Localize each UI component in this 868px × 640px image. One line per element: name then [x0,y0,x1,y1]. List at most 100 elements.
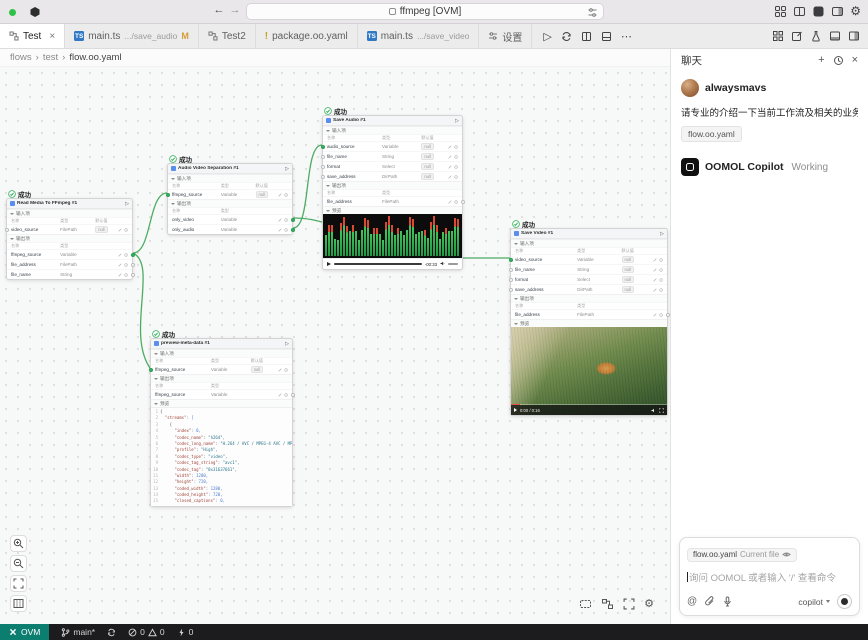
fullscreen-icon[interactable] [659,408,664,413]
section-header[interactable]: 输出项 [323,181,462,189]
back-button[interactable]: ← [212,4,226,16]
edit-icon[interactable] [118,263,122,267]
section-header[interactable]: 预览 [511,319,667,327]
port-value[interactable]: null [421,173,433,180]
close-panel-button[interactable]: × [852,54,858,66]
select-rect-icon[interactable] [579,598,592,610]
node-save-video[interactable]: 成功Save Video #1▷输入项名称类型默认值video_sourceVa… [510,228,668,416]
video-controls[interactable]: 0:00 / 0:16 [511,405,667,415]
split-editor-icon[interactable] [581,31,592,42]
edit-icon[interactable] [278,228,282,232]
link-icon[interactable] [124,228,128,232]
volume-icon[interactable] [440,261,445,267]
port-value[interactable]: null [421,153,433,160]
section-header[interactable]: 输入项 [7,209,132,217]
node-run-icon[interactable]: ▷ [285,341,289,347]
edit-icon[interactable] [653,288,657,292]
section-header[interactable]: 输入项 [168,174,292,182]
port-handle[interactable] [321,155,325,159]
audio-progress-bar[interactable] [334,263,422,265]
volume-icon[interactable] [651,408,656,413]
node-run-icon[interactable]: ▷ [125,201,129,207]
zoom-in-button[interactable] [10,535,27,552]
tab-settings[interactable]: 设置 [479,24,532,48]
tab-close-icon[interactable]: × [49,31,55,42]
link-icon[interactable] [454,155,458,159]
flow-canvas[interactable]: 成功Read Media To FFmpeg #1▷输入项名称类型默认值vide… [0,67,670,624]
port-handle[interactable] [291,228,295,232]
node-title-bar[interactable]: Read Media To FFmpeg #1▷ [7,199,132,209]
port-handle[interactable] [291,218,295,222]
breadcrumb-item[interactable]: test [43,52,58,63]
port-handle[interactable] [461,200,465,204]
sync-button[interactable] [107,628,116,637]
port-handle[interactable] [149,368,153,372]
link-icon[interactable] [124,253,128,257]
section-header[interactable]: 输出项 [7,234,132,242]
chat-input[interactable]: 询问 OOMOL 或者输入 '/' 查看命令 [687,570,852,584]
edit-icon[interactable] [653,278,657,282]
link-icon[interactable] [124,273,128,277]
port-value[interactable]: null [622,266,634,273]
link-icon[interactable] [659,258,663,262]
split-columns-icon[interactable] [793,5,806,18]
link-icon[interactable] [284,368,288,372]
fit-view-button[interactable] [10,575,27,592]
context-file-chip[interactable]: flow.oo.yaml Current file [687,548,797,562]
port-handle[interactable] [5,228,9,232]
port-value[interactable]: null [421,143,433,150]
edit-icon[interactable] [118,228,122,232]
link-icon[interactable] [124,263,128,267]
edit-icon[interactable] [448,200,452,204]
fullscreen-icon[interactable] [623,598,635,610]
node-run-icon[interactable]: ▷ [660,231,664,237]
edit-icon[interactable] [118,253,122,257]
edit-icon[interactable] [448,175,452,179]
section-header[interactable]: 预览 [323,206,462,214]
audio-player-controls[interactable]: -00:33 [323,258,462,269]
beaker-icon[interactable] [810,30,822,42]
port-value[interactable]: null [256,191,268,198]
section-header[interactable]: 输出项 [151,374,292,382]
more-actions-icon[interactable]: ⋯ [621,30,632,43]
port-handle[interactable] [166,193,170,197]
problems-indicator[interactable]: 0 0 [128,627,164,637]
send-button[interactable] [837,594,852,609]
panel-right-icon[interactable] [831,5,844,18]
history-icon[interactable] [833,55,844,66]
port-value[interactable]: null [622,276,634,283]
run-flow-button[interactable]: ▷ [543,30,551,43]
forward-button[interactable]: → [228,4,242,16]
port-value[interactable]: null [95,226,107,233]
port-handle[interactable] [131,253,135,257]
panel-bottom-icon[interactable] [829,30,841,42]
port-handle[interactable] [509,258,513,262]
edit-icon[interactable] [278,218,282,222]
edit-icon[interactable] [448,165,452,169]
link-icon[interactable] [454,165,458,169]
link-icon[interactable] [659,288,663,292]
node-run-icon[interactable]: ▷ [285,166,289,172]
edit-square-icon[interactable] [791,30,803,42]
section-header[interactable]: 输入项 [323,126,462,134]
breadcrumb-current[interactable]: flow.oo.yaml [69,52,121,63]
attach-icon[interactable] [704,596,715,607]
port-handle[interactable] [509,288,513,292]
link-icon[interactable] [454,145,458,149]
port-handle[interactable] [131,273,135,277]
grid-view-icon[interactable] [772,30,784,42]
edit-icon[interactable] [448,155,452,159]
tab-main-ts-save-audio[interactable]: TS main.ts .../save_audio M [65,24,199,48]
settings-gear-icon[interactable]: ⚙ [850,5,861,18]
attached-file-chip[interactable]: flow.oo.yaml [681,126,742,142]
mention-button[interactable]: @ [687,596,697,607]
section-header[interactable]: 输入项 [511,239,667,247]
project-title-field[interactable]: ffmpeg [OVM] [246,3,604,20]
port-handle[interactable] [321,165,325,169]
rerun-icon[interactable] [561,31,572,42]
canvas-settings-icon[interactable]: ⚙ [644,597,654,610]
edit-icon[interactable] [653,268,657,272]
section-header[interactable]: 输入项 [151,349,292,357]
port-value[interactable]: null [251,366,263,373]
video-play-icon[interactable] [514,408,517,412]
